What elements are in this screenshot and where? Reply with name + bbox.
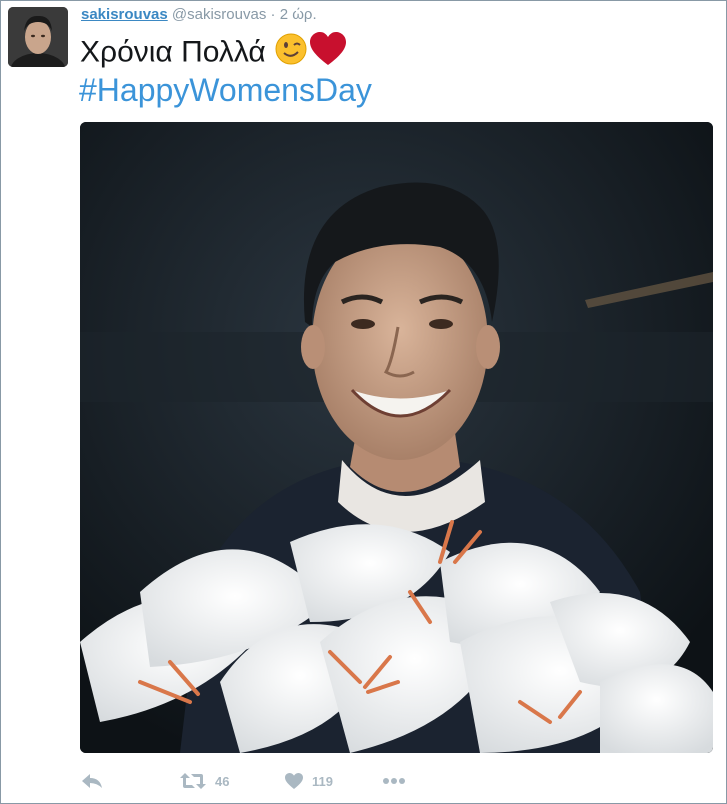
reply-icon — [81, 772, 103, 790]
retweet-icon — [179, 772, 207, 790]
red-heart-icon — [308, 31, 348, 76]
retweet-count: 46 — [215, 773, 230, 789]
username-link[interactable]: sakisrouvas — [81, 6, 168, 23]
like-button[interactable]: 119 — [284, 769, 333, 793]
tweet-photo[interactable] — [80, 122, 713, 753]
heart-icon — [284, 772, 304, 790]
hashtag-link[interactable]: #HappyWomensDay — [79, 71, 372, 109]
user-handle[interactable]: @sakisrouvas — [172, 6, 266, 23]
tweet-header: sakisrouvas @sakisrouvas · 2 ώρ. — [81, 5, 317, 25]
like-count: 119 — [312, 773, 333, 789]
tweet-text-body: Χρόνια Πολλά — [80, 35, 266, 69]
reply-button[interactable] — [81, 769, 103, 793]
tweet-card: sakisrouvas @sakisrouvas · 2 ώρ. Χρόνια … — [0, 0, 727, 804]
more-button[interactable] — [382, 769, 406, 793]
more-icon — [382, 777, 406, 785]
tweet-text: Χρόνια Πολλά — [80, 31, 348, 76]
avatar[interactable] — [8, 7, 68, 67]
separator: · — [270, 6, 276, 23]
tweet-actions: 46 119 — [81, 769, 701, 793]
winking-face-icon — [274, 32, 308, 75]
timestamp-link[interactable]: 2 ώρ. — [280, 6, 317, 23]
retweet-button[interactable]: 46 — [179, 769, 229, 793]
